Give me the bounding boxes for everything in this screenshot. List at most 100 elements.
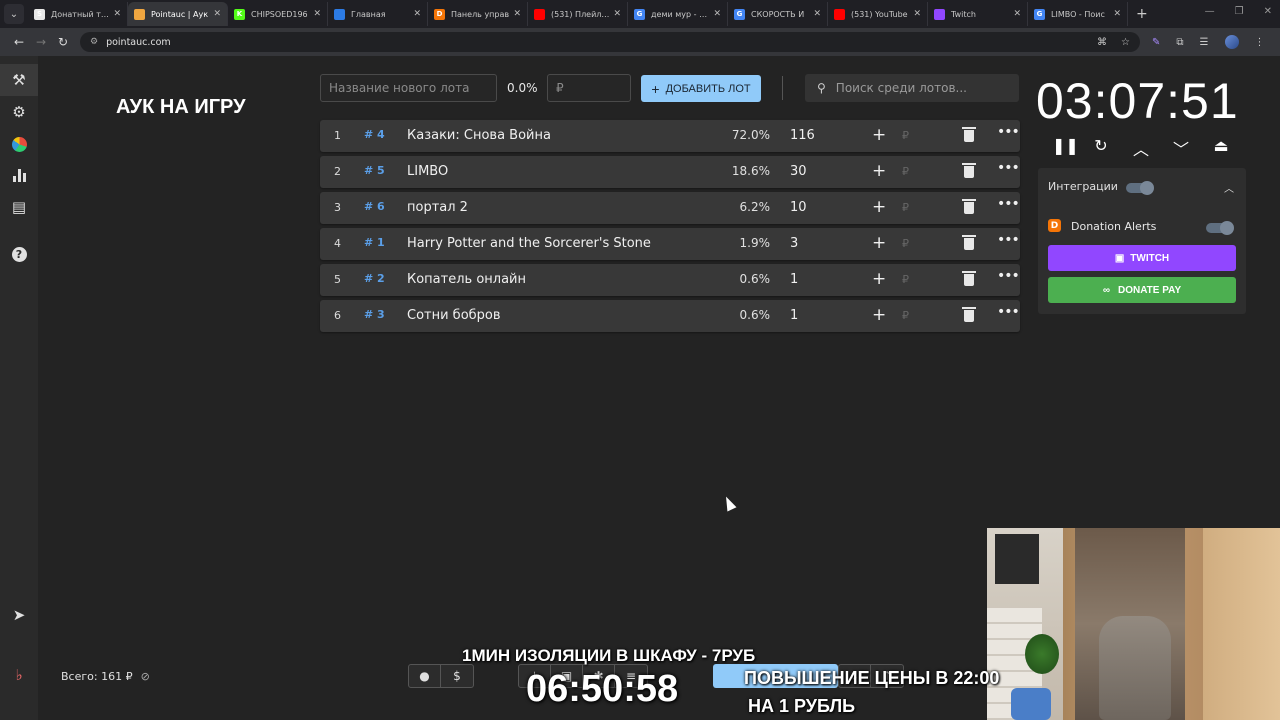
translate-icon[interactable]: ⌘ (1097, 37, 1107, 48)
browser-tab[interactable]: G СКОРОСТЬ И ✕ (728, 2, 828, 26)
delete-lot-button[interactable] (962, 271, 976, 287)
tab-close-icon[interactable]: ✕ (313, 9, 321, 19)
tab-close-icon[interactable]: ✕ (213, 9, 221, 19)
bookmark-star-icon[interactable]: ☆ (1121, 37, 1130, 48)
more-options-icon[interactable]: ••• (997, 268, 1020, 284)
collapse-chevron-icon[interactable]: ︿ (1224, 180, 1234, 195)
lot-add-amount-input[interactable]: ₽ (902, 273, 909, 286)
tab-close-icon[interactable]: ✕ (1013, 9, 1021, 19)
lot-name[interactable]: Сотни бобров (407, 308, 501, 323)
delete-lot-button[interactable] (962, 199, 976, 215)
tab-close-icon[interactable]: ✕ (913, 9, 921, 19)
minimize-button[interactable]: — (1205, 6, 1215, 17)
tab-close-icon[interactable]: ✕ (713, 9, 721, 19)
lot-name[interactable]: Копатель онлайн (407, 272, 526, 287)
more-options-icon[interactable]: ••• (997, 232, 1020, 248)
add-amount-plus-icon[interactable]: + (872, 125, 886, 145)
sidebar-item-history[interactable]: ▤ (0, 191, 38, 223)
chevron-down-icon[interactable]: ﹀ (1172, 136, 1190, 160)
new-lot-price-input[interactable]: ₽ (547, 74, 631, 102)
donatepay-connect-button[interactable]: ∞ DONATE PAY (1048, 277, 1236, 303)
lot-amount[interactable]: 30 (790, 164, 807, 179)
extension-pen-icon[interactable]: ✎ (1152, 37, 1160, 48)
extensions-puzzle-icon[interactable]: ⧉ (1176, 37, 1183, 48)
reload-button[interactable]: ↻ (52, 35, 74, 49)
tab-close-icon[interactable]: ✕ (113, 9, 121, 19)
double-chevron-up-icon[interactable]: ⏏ (1212, 136, 1230, 160)
lot-add-amount-input[interactable]: ₽ (902, 129, 909, 142)
more-options-icon[interactable]: ••• (997, 124, 1020, 140)
browser-tab[interactable]: Twitch ✕ (928, 2, 1028, 26)
browser-tab[interactable]: Pointauc | Аук ✕ (128, 2, 228, 26)
browser-tab[interactable]: S Донатный тай ✕ (28, 2, 128, 26)
lot-add-amount-input[interactable]: ₽ (902, 237, 909, 250)
twitch-connect-button[interactable]: ▣ TWITCH (1048, 245, 1236, 271)
sidebar-item-boosty[interactable]: ♭ (0, 659, 38, 691)
forward-button[interactable]: → (30, 35, 52, 49)
lot-name[interactable]: LIMBO (407, 164, 448, 179)
integrations-toggle[interactable] (1126, 181, 1154, 195)
sidebar-item-help[interactable]: ? (0, 238, 38, 270)
browser-menu-icon[interactable]: ⋮ (1255, 37, 1265, 48)
delete-lot-button[interactable] (962, 235, 976, 251)
site-info-icon[interactable]: ⚙ (90, 37, 98, 47)
browser-tab[interactable]: Главная ✕ (328, 2, 428, 26)
new-tab-button[interactable]: + (1136, 6, 1148, 22)
sidebar-item-wheel[interactable] (0, 128, 38, 160)
browser-tab[interactable]: (531) Плейлис ✕ (528, 2, 628, 26)
add-lot-button[interactable]: + ДОБАВИТЬ ЛОТ (641, 75, 761, 102)
hide-eye-icon[interactable]: ⊘ (141, 670, 150, 683)
more-options-icon[interactable]: ••• (997, 196, 1020, 212)
tab-close-icon[interactable]: ✕ (1113, 9, 1121, 19)
tab-close-icon[interactable]: ✕ (513, 9, 521, 19)
reading-list-icon[interactable]: ☰ (1200, 37, 1209, 48)
reset-icon[interactable]: ↻ (1092, 136, 1110, 160)
sidebar-item-telegram[interactable]: ➤ (0, 599, 38, 631)
more-options-icon[interactable]: ••• (997, 304, 1020, 320)
add-amount-plus-icon[interactable]: + (872, 197, 886, 217)
lot-amount[interactable]: 116 (790, 128, 815, 143)
lot-amount[interactable]: 3 (790, 236, 798, 251)
donation-alerts-toggle[interactable] (1206, 221, 1234, 235)
add-amount-plus-icon[interactable]: + (872, 233, 886, 253)
maximize-button[interactable]: ❐ (1235, 6, 1244, 17)
lot-search-input[interactable]: ⚲ Поиск среди лотов... (805, 74, 1019, 102)
tab-close-icon[interactable]: ✕ (613, 9, 621, 19)
github-icon[interactable]: ● (409, 665, 441, 687)
close-window-button[interactable]: ✕ (1264, 6, 1272, 17)
browser-tab[interactable]: G LIMBO - Поис ✕ (1028, 2, 1128, 26)
sidebar-item-settings[interactable]: ⚙ (0, 96, 38, 128)
lot-name[interactable]: Harry Potter and the Sorcerer's Stone (407, 236, 651, 251)
browser-tab[interactable]: D Панель управ ✕ (428, 2, 528, 26)
sidebar-item-auction[interactable]: ⚒ (0, 64, 38, 96)
browser-tab[interactable]: Gдеми мур - По ✕ (628, 2, 728, 26)
lot-amount[interactable]: 10 (790, 200, 807, 215)
pause-icon[interactable]: ❚❚ (1052, 136, 1079, 160)
add-amount-plus-icon[interactable]: + (872, 269, 886, 289)
donate-dollar-icon[interactable]: $ (441, 665, 473, 687)
new-lot-name-input[interactable]: Название нового лота (320, 74, 497, 102)
lot-add-amount-input[interactable]: ₽ (902, 201, 909, 214)
url-field[interactable]: ⚙ pointauc.com ⌘ ☆ (80, 32, 1140, 52)
add-amount-plus-icon[interactable]: + (872, 305, 886, 325)
more-options-icon[interactable]: ••• (997, 160, 1020, 176)
delete-lot-button[interactable] (962, 127, 976, 143)
lot-name[interactable]: Казаки: Снова Война (407, 128, 551, 143)
add-amount-plus-icon[interactable]: + (872, 161, 886, 181)
delete-lot-button[interactable] (962, 307, 976, 323)
sidebar-item-stats[interactable] (0, 159, 38, 191)
delete-lot-button[interactable] (962, 163, 976, 179)
browser-tab[interactable]: (531) YouTube ✕ (828, 2, 928, 26)
lot-add-amount-input[interactable]: ₽ (902, 165, 909, 178)
lot-name[interactable]: портал 2 (407, 200, 468, 215)
lot-amount[interactable]: 1 (790, 308, 798, 323)
tab-close-icon[interactable]: ✕ (413, 9, 421, 19)
profile-avatar[interactable] (1224, 35, 1239, 49)
tab-search-button[interactable]: ⌄ (4, 4, 24, 24)
lot-add-amount-input[interactable]: ₽ (902, 309, 909, 322)
chevron-up-icon[interactable]: ︿ (1132, 136, 1150, 160)
browser-tab[interactable]: K CHIPSOED196 ✕ (228, 2, 328, 26)
lot-amount[interactable]: 1 (790, 272, 798, 287)
tab-close-icon[interactable]: ✕ (813, 9, 821, 19)
back-button[interactable]: ← (8, 35, 30, 49)
